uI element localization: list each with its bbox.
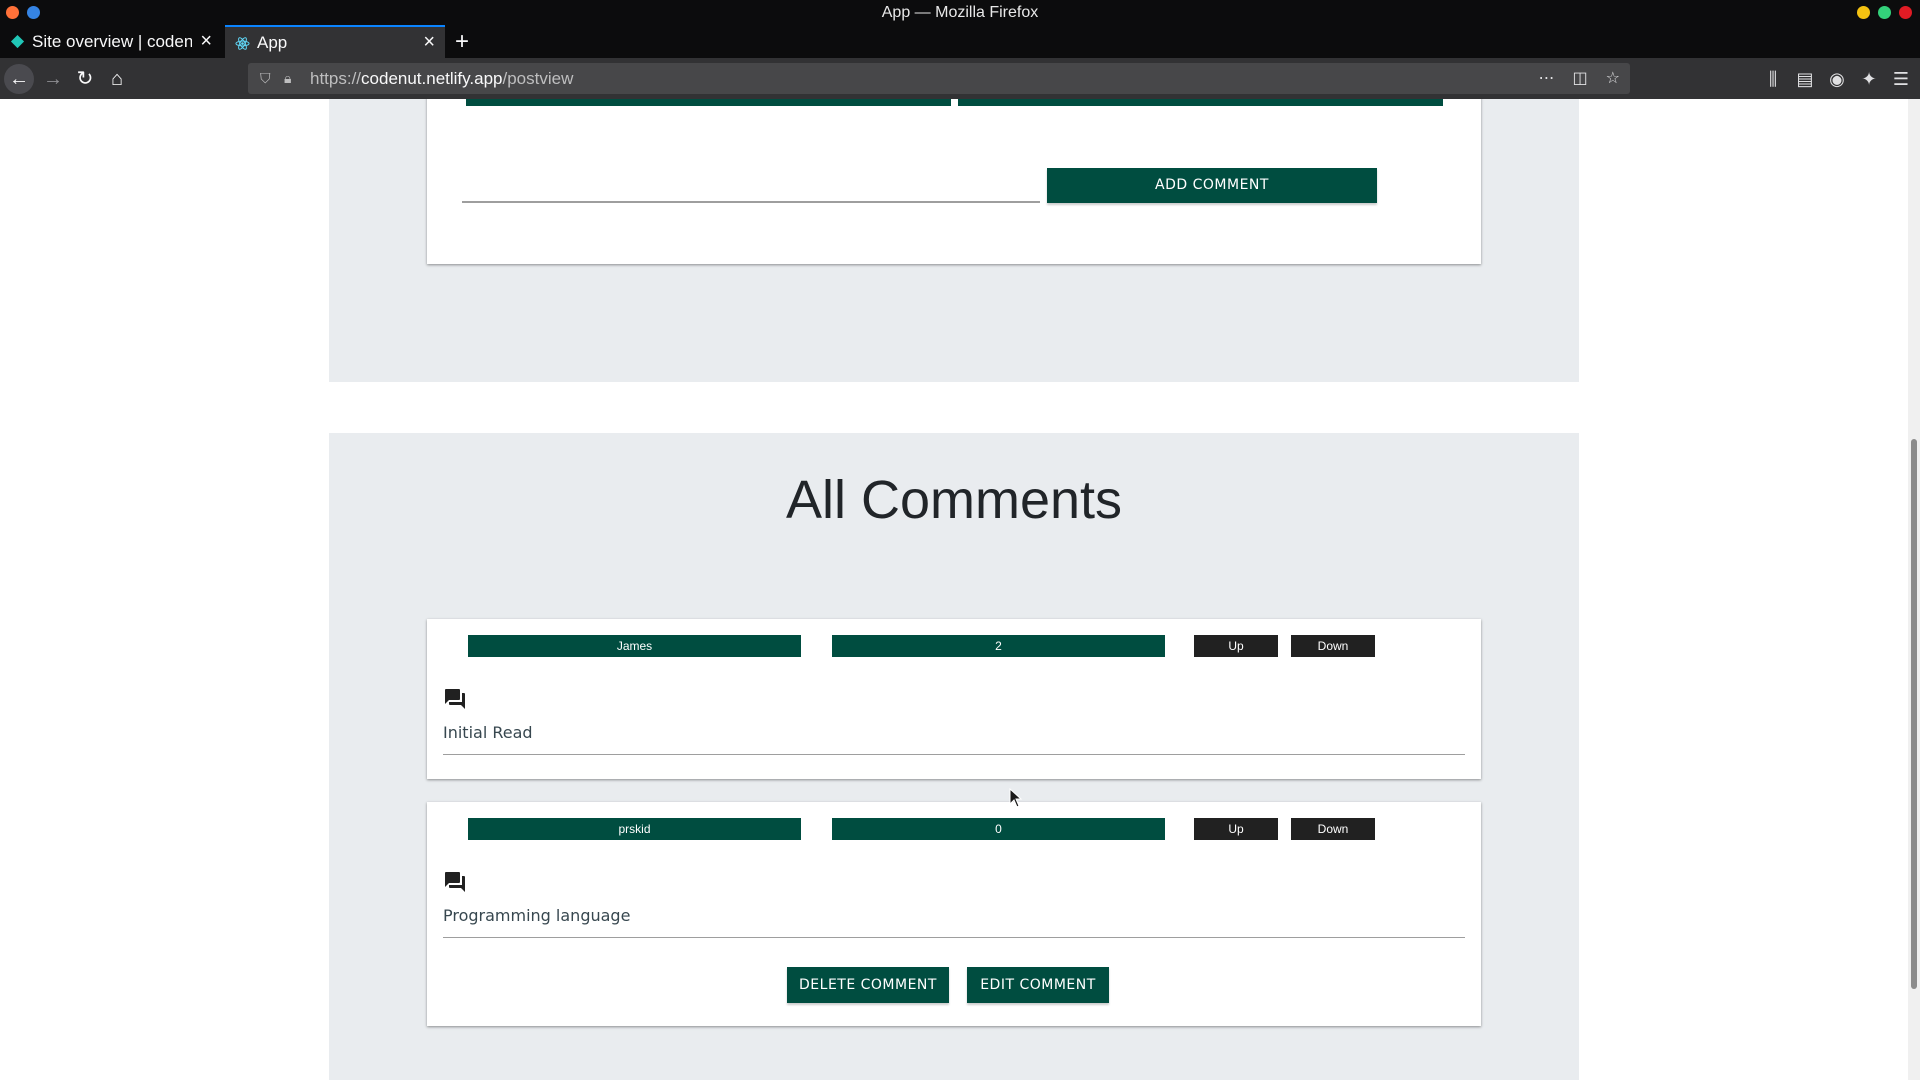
- app-indicator-icon: [27, 6, 40, 19]
- post-field-strip: [466, 99, 951, 106]
- edit-comment-button[interactable]: EDIT COMMENT: [967, 967, 1109, 1003]
- minimize-button[interactable]: [1857, 6, 1870, 19]
- page-viewport: ADD COMMENT All Comments James 2 Up Down…: [0, 99, 1920, 1080]
- comment-score-chip: 0: [832, 818, 1165, 840]
- page-scrollbar[interactable]: [1908, 99, 1920, 1080]
- menu-icon[interactable]: ☰: [1892, 64, 1910, 94]
- upvote-button[interactable]: Up: [1194, 818, 1278, 840]
- upvote-button[interactable]: Up: [1194, 635, 1278, 657]
- scrollbar-thumb[interactable]: [1911, 439, 1917, 989]
- delete-comment-button[interactable]: DELETE COMMENT: [787, 967, 949, 1003]
- maximize-button[interactable]: [1878, 6, 1891, 19]
- tracking-shield-icon[interactable]: ⛉: [260, 63, 271, 94]
- page-actions-icon[interactable]: ⋯: [1539, 63, 1555, 94]
- url-path: /postview: [502, 69, 574, 88]
- library-icon[interactable]: ⫼: [1764, 64, 1782, 94]
- pocket-icon[interactable]: ◫: [1573, 63, 1588, 94]
- sidebar-icon[interactable]: ▤: [1796, 64, 1814, 94]
- comment-card: James 2 Up Down Initial Read: [427, 619, 1481, 779]
- comment-author-chip: prskid: [468, 818, 801, 840]
- post-section: ADD COMMENT: [329, 99, 1579, 382]
- downvote-button[interactable]: Down: [1291, 818, 1375, 840]
- tab-label: Site overview | codenut: [32, 32, 192, 51]
- comment-divider: [443, 754, 1465, 755]
- new-tab-icon[interactable]: +: [455, 25, 469, 58]
- comment-divider: [443, 937, 1465, 938]
- page-title: All Comments: [785, 470, 1123, 530]
- reload-icon[interactable]: ↻: [70, 64, 100, 94]
- extension-icon[interactable]: ✦: [1860, 64, 1878, 94]
- forum-icon: [445, 689, 465, 709]
- url-host: codenut.netlify.app: [361, 69, 503, 88]
- comment-text: Initial Read: [443, 723, 533, 742]
- window-titlebar: App — Mozilla Firefox: [0, 0, 1920, 25]
- comment-text: Programming language: [443, 906, 631, 925]
- close-window-button[interactable]: [1899, 6, 1912, 19]
- netlify-diamond-icon: [10, 34, 25, 49]
- forward-arrow-icon[interactable]: →: [38, 64, 68, 94]
- lock-icon[interactable]: 🔒︎: [284, 63, 291, 94]
- downvote-button[interactable]: Down: [1291, 635, 1375, 657]
- home-icon[interactable]: ⌂: [102, 64, 132, 94]
- tab-label: App: [257, 33, 288, 52]
- comment-author-chip: James: [468, 635, 801, 657]
- account-icon[interactable]: ◉: [1828, 64, 1846, 94]
- mouse-cursor-icon: [1009, 788, 1023, 808]
- url-actions: ⋯ ◫ ☆: [1539, 63, 1620, 94]
- comment-score-chip: 2: [832, 635, 1165, 657]
- address-bar[interactable]: ⛉ 🔒︎ https://codenut.netlify.app/postvie…: [248, 63, 1630, 94]
- forum-icon: [445, 872, 465, 892]
- window-title: App — Mozilla Firefox: [881, 4, 1039, 21]
- bookmark-star-icon[interactable]: ☆: [1606, 63, 1620, 94]
- tab-site-overview[interactable]: Site overview | codenut ×: [0, 25, 222, 58]
- add-comment-button[interactable]: ADD COMMENT: [1047, 168, 1377, 203]
- app-indicators: [6, 6, 40, 19]
- comments-section: All Comments James 2 Up Down Initial Rea…: [329, 433, 1579, 1080]
- comment-card: prskid 0 Up Down Programming language DE…: [427, 802, 1481, 1026]
- back-arrow-icon[interactable]: ←: [4, 64, 34, 94]
- close-tab-icon[interactable]: ×: [423, 27, 435, 58]
- url-text: https://codenut.netlify.app/postview: [310, 63, 573, 94]
- tab-app[interactable]: App ×: [225, 25, 445, 58]
- add-comment-card: ADD COMMENT: [427, 99, 1481, 264]
- react-atom-icon: [235, 37, 250, 50]
- url-scheme: https://: [310, 69, 362, 88]
- window-controls: [1857, 6, 1912, 19]
- post-field-strip: [958, 99, 1443, 106]
- comment-input[interactable]: [462, 201, 1040, 203]
- tab-bar: Site overview | codenut × App ×: [0, 25, 1920, 58]
- close-tab-icon[interactable]: ×: [200, 25, 212, 58]
- firefox-icon: [6, 6, 19, 19]
- toolbar-right: ⫼ ▤ ◉ ✦ ☰: [1764, 64, 1910, 94]
- navigation-toolbar: ← → ↻ ⌂ ⛉ 🔒︎ https://codenut.netlify.app…: [0, 58, 1920, 99]
